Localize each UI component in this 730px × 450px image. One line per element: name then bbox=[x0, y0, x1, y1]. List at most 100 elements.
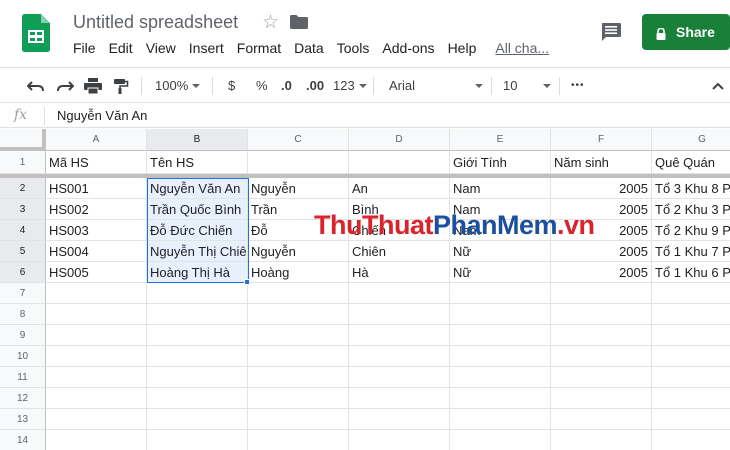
spreadsheet-grid[interactable]: A B C D E F G 1 Mã HS Tên HS Giới Tính Năm sinh Quê … bbox=[0, 129, 730, 450]
cell-f6[interactable]: 2005 bbox=[551, 262, 652, 283]
row-header-8[interactable]: 8 bbox=[0, 304, 46, 325]
row-header-4[interactable]: 4 bbox=[0, 220, 46, 241]
column-header-f[interactable]: F bbox=[551, 129, 652, 151]
cell-d9[interactable] bbox=[349, 325, 450, 346]
cell-g2[interactable]: Tổ 3 Khu 8 P bbox=[652, 178, 730, 199]
formula-input[interactable]: Nguyễn Văn An bbox=[57, 108, 147, 123]
star-icon[interactable]: ☆ bbox=[262, 11, 279, 34]
cell-e12[interactable] bbox=[450, 388, 551, 409]
cell-f13[interactable] bbox=[551, 409, 652, 430]
cell-d10[interactable] bbox=[349, 346, 450, 367]
cell-b12[interactable] bbox=[147, 388, 248, 409]
paint-format-icon[interactable] bbox=[113, 68, 129, 103]
cell-e2[interactable]: Nam bbox=[450, 178, 551, 199]
row-header-7[interactable]: 7 bbox=[0, 283, 46, 304]
column-header-a[interactable]: A bbox=[46, 129, 147, 151]
cell-c9[interactable] bbox=[248, 325, 349, 346]
cell-e8[interactable] bbox=[450, 304, 551, 325]
cell-b5[interactable]: Nguyễn Thị Chiên bbox=[147, 241, 248, 262]
cell-g13[interactable] bbox=[652, 409, 730, 430]
row-header-6[interactable]: 6 bbox=[0, 262, 46, 283]
cell-a10[interactable] bbox=[46, 346, 147, 367]
share-button[interactable]: Share bbox=[642, 14, 730, 50]
comment-icon[interactable] bbox=[600, 22, 622, 42]
cell-b13[interactable] bbox=[147, 409, 248, 430]
column-header-e[interactable]: E bbox=[450, 129, 551, 151]
font-size-select[interactable]: 10 bbox=[503, 68, 551, 103]
cell-b6[interactable]: Hoàng Thị Hà bbox=[147, 262, 248, 283]
cell-e13[interactable] bbox=[450, 409, 551, 430]
cell-c6[interactable]: Hoàng bbox=[248, 262, 349, 283]
fill-handle[interactable] bbox=[244, 279, 250, 285]
column-header-b[interactable]: B bbox=[147, 129, 248, 151]
cell-a5[interactable]: HS004 bbox=[46, 241, 147, 262]
row-header-3[interactable]: 3 bbox=[0, 199, 46, 220]
row-header-12[interactable]: 12 bbox=[0, 388, 46, 409]
cell-e6[interactable]: Nữ bbox=[450, 262, 551, 283]
cell-a6[interactable]: HS005 bbox=[46, 262, 147, 283]
row-header-14[interactable]: 14 bbox=[0, 430, 46, 450]
cell-c7[interactable] bbox=[248, 283, 349, 304]
cell-d14[interactable] bbox=[349, 430, 450, 450]
cell-e9[interactable] bbox=[450, 325, 551, 346]
decrease-decimals-button[interactable]: .0 bbox=[281, 68, 292, 103]
menu-tools[interactable]: Tools bbox=[337, 40, 370, 56]
cell-c14[interactable] bbox=[248, 430, 349, 450]
cell-b2[interactable]: Nguyễn Văn An bbox=[147, 178, 248, 199]
last-edit-link[interactable]: All cha... bbox=[495, 40, 549, 56]
row-header-11[interactable]: 11 bbox=[0, 367, 46, 388]
currency-format-button[interactable]: $ bbox=[228, 68, 235, 103]
cell-c10[interactable] bbox=[248, 346, 349, 367]
cell-f9[interactable] bbox=[551, 325, 652, 346]
cell-e7[interactable] bbox=[450, 283, 551, 304]
select-all-corner[interactable] bbox=[0, 129, 46, 151]
cell-f8[interactable] bbox=[551, 304, 652, 325]
cell-d7[interactable] bbox=[349, 283, 450, 304]
cell-e5[interactable]: Nữ bbox=[450, 241, 551, 262]
sheets-logo-icon[interactable] bbox=[22, 14, 50, 52]
menu-add-ons[interactable]: Add-ons bbox=[382, 40, 434, 56]
cell-a11[interactable] bbox=[46, 367, 147, 388]
cell-b14[interactable] bbox=[147, 430, 248, 450]
cell-c5[interactable]: Nguyễn bbox=[248, 241, 349, 262]
row-header-10[interactable]: 10 bbox=[0, 346, 46, 367]
cell-c8[interactable] bbox=[248, 304, 349, 325]
cell-g6[interactable]: Tổ 1 Khu 6 P bbox=[652, 262, 730, 283]
menu-view[interactable]: View bbox=[146, 40, 176, 56]
cell-e11[interactable] bbox=[450, 367, 551, 388]
redo-icon[interactable] bbox=[56, 68, 74, 103]
cell-b11[interactable] bbox=[147, 367, 248, 388]
cell-c11[interactable] bbox=[248, 367, 349, 388]
row-header-5[interactable]: 5 bbox=[0, 241, 46, 262]
cell-g4[interactable]: Tổ 2 Khu 9 P bbox=[652, 220, 730, 241]
cell-b8[interactable] bbox=[147, 304, 248, 325]
cell-a3[interactable]: HS002 bbox=[46, 199, 147, 220]
zoom-select[interactable]: 100% bbox=[155, 68, 201, 103]
cell-a1[interactable]: Mã HS bbox=[46, 151, 147, 174]
cell-f7[interactable] bbox=[551, 283, 652, 304]
menu-edit[interactable]: Edit bbox=[109, 40, 133, 56]
increase-decimals-button[interactable]: .00 bbox=[306, 68, 324, 103]
cell-a14[interactable] bbox=[46, 430, 147, 450]
undo-icon[interactable] bbox=[27, 68, 45, 103]
menu-help[interactable]: Help bbox=[448, 40, 477, 56]
cell-c2[interactable]: Nguyễn bbox=[248, 178, 349, 199]
column-header-c[interactable]: C bbox=[248, 129, 349, 151]
cell-f10[interactable] bbox=[551, 346, 652, 367]
cell-c12[interactable] bbox=[248, 388, 349, 409]
cell-c1[interactable] bbox=[248, 151, 349, 174]
cell-f1[interactable]: Năm sinh bbox=[551, 151, 652, 174]
cell-f14[interactable] bbox=[551, 430, 652, 450]
cell-e10[interactable] bbox=[450, 346, 551, 367]
cell-d8[interactable] bbox=[349, 304, 450, 325]
cell-a8[interactable] bbox=[46, 304, 147, 325]
cell-g3[interactable]: Tổ 2 Khu 3 P bbox=[652, 199, 730, 220]
cell-g10[interactable] bbox=[652, 346, 730, 367]
print-icon[interactable] bbox=[84, 68, 102, 103]
cell-b10[interactable] bbox=[147, 346, 248, 367]
cell-f2[interactable]: 2005 bbox=[551, 178, 652, 199]
cell-d5[interactable]: Chiên bbox=[349, 241, 450, 262]
cell-a13[interactable] bbox=[46, 409, 147, 430]
menu-data[interactable]: Data bbox=[294, 40, 324, 56]
row-header-1[interactable]: 1 bbox=[0, 151, 46, 174]
